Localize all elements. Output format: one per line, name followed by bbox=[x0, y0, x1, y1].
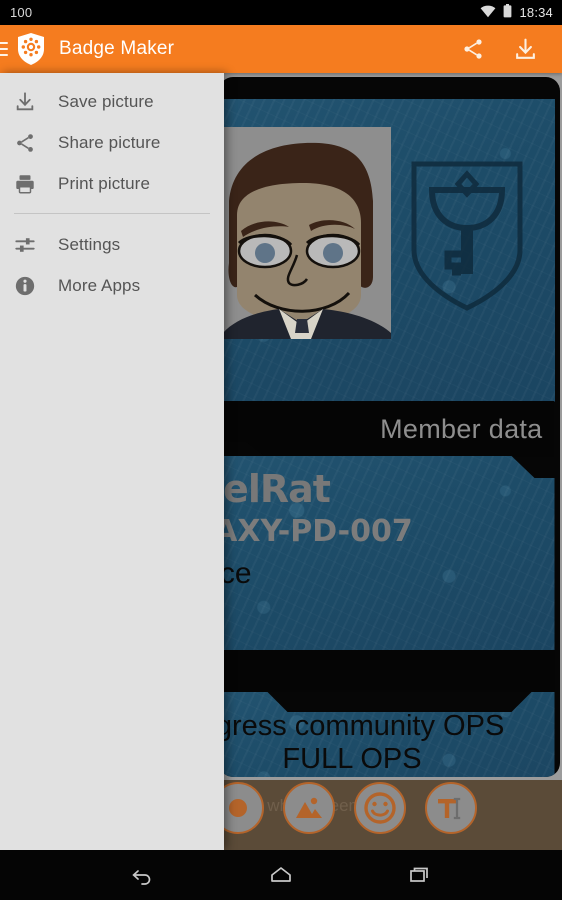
sliders-icon bbox=[14, 234, 42, 256]
print-icon bbox=[14, 173, 42, 195]
avatar[interactable] bbox=[222, 127, 391, 339]
drawer-item-label: Print picture bbox=[58, 173, 151, 193]
status-clock: 18:34 bbox=[519, 5, 553, 20]
badge-id-text[interactable]: V GALAXY-PD-007 bbox=[224, 512, 547, 551]
shield-logo-icon bbox=[16, 32, 46, 66]
drawer-divider bbox=[14, 213, 210, 214]
drawer-item-label: Settings bbox=[58, 234, 121, 254]
badge-data-panel: ssSteelRat V GALAXY-PD-007 clearance bbox=[224, 456, 555, 650]
tool-button-emoji[interactable] bbox=[354, 782, 406, 834]
share-icon bbox=[14, 132, 42, 154]
download-icon bbox=[14, 91, 42, 113]
badge-card[interactable]: Member data ssSteelRat V GALAXY-PD-007 c… bbox=[218, 77, 560, 777]
recents-icon[interactable] bbox=[403, 858, 437, 892]
drawer-item-share-picture[interactable]: Share picture bbox=[0, 122, 224, 163]
badge-photo-panel bbox=[222, 99, 555, 402]
badge-ops-line-2[interactable]: FULL OPS bbox=[224, 743, 555, 776]
drawer-item-label: Share picture bbox=[58, 132, 161, 152]
app-bar: Badge Maker bbox=[0, 25, 562, 73]
wifi-icon bbox=[480, 5, 496, 21]
status-left-text: 100 bbox=[10, 5, 33, 20]
badge-ops-panel: ngress community OPS FULL OPS bbox=[223, 692, 555, 777]
drawer-item-settings[interactable]: Settings bbox=[0, 224, 224, 265]
info-icon bbox=[14, 275, 42, 297]
device-screen: 100 18:34 Badge Maker Member data elRat … bbox=[0, 0, 562, 900]
navigation-drawer[interactable]: Save picture Share picture Print picture… bbox=[0, 73, 224, 850]
drawer-item-print-picture[interactable]: Print picture bbox=[0, 163, 224, 204]
status-bar: 100 18:34 bbox=[0, 0, 562, 25]
tool-button-image[interactable] bbox=[283, 782, 335, 834]
badge-ops-line-1[interactable]: ngress community OPS bbox=[224, 710, 555, 743]
drawer-item-save-picture[interactable]: Save picture bbox=[0, 81, 224, 122]
badge-clearance-text[interactable]: clearance bbox=[224, 551, 547, 596]
badge-name-text[interactable]: ssSteelRat bbox=[224, 467, 547, 512]
battery-icon bbox=[503, 4, 512, 21]
download-button[interactable] bbox=[512, 36, 538, 62]
drawer-item-label: More Apps bbox=[58, 275, 141, 295]
hamburger-menu-icon[interactable] bbox=[0, 42, 8, 56]
tool-button-text[interactable] bbox=[425, 782, 477, 834]
badge-spacer bbox=[223, 650, 555, 692]
badge-section-band: Member data bbox=[223, 401, 555, 457]
drawer-item-more-apps[interactable]: More Apps bbox=[0, 265, 224, 306]
back-icon[interactable] bbox=[125, 858, 159, 892]
badge-section-label: Member data bbox=[380, 413, 543, 444]
share-button[interactable] bbox=[460, 36, 486, 62]
drawer-item-label: Save picture bbox=[58, 91, 154, 111]
shield-key-emblem bbox=[406, 154, 528, 314]
system-navigation-bar bbox=[0, 850, 562, 900]
home-icon[interactable] bbox=[264, 858, 298, 892]
page-title: Badge Maker bbox=[59, 38, 175, 59]
